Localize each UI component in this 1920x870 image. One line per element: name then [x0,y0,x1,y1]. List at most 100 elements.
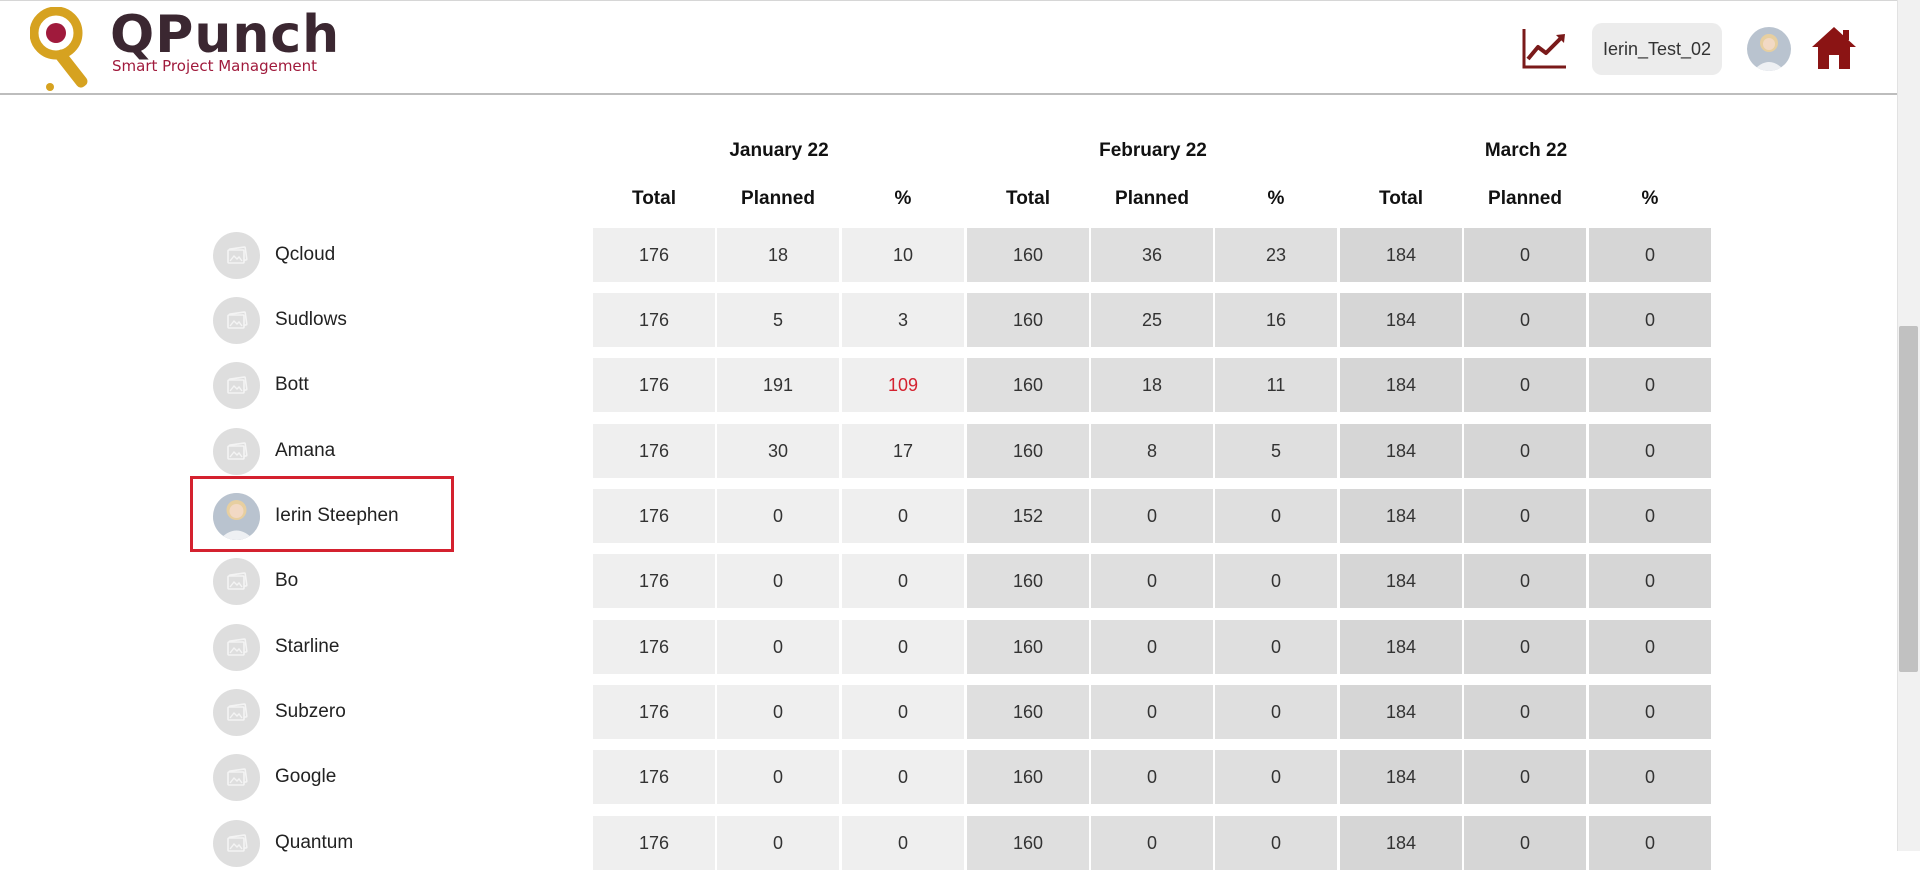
table-cell: 160 [967,750,1089,804]
table-cell: 18 [1091,358,1213,412]
table-cell: 184 [1340,228,1462,282]
table-cell: 5 [717,293,839,347]
table-cell: 0 [1215,554,1337,608]
placeholder-image-icon [213,688,260,736]
table-cell: 160 [967,424,1089,478]
table-cell: 160 [967,816,1089,870]
table-cell: 5 [1215,424,1337,478]
column-header: % [1267,188,1285,209]
column-header: Total [632,188,676,209]
scrollbar-thumb[interactable] [1899,326,1918,672]
placeholder-image-icon [213,231,260,279]
table-cell: 0 [1464,685,1586,739]
resource-row-label[interactable]: Bott [213,360,443,410]
column-header: Planned [741,188,815,209]
table-cell: 0 [717,620,839,674]
table-cell: 0 [1589,554,1711,608]
table-cell: 0 [1464,293,1586,347]
resource-row-label[interactable]: Google [213,752,443,802]
table-cell: 160 [967,293,1089,347]
table-cell: 0 [1589,424,1711,478]
table-cell: 0 [842,620,964,674]
month-header: January 22 [729,140,829,161]
qpunch-logo[interactable]: QPunch Smart Project Management [30,5,339,91]
column-header: Planned [1115,188,1189,209]
resource-name: Subzero [275,701,346,722]
placeholder-image-icon [213,819,260,867]
table-cell: 0 [1589,293,1711,347]
table-cell: 0 [717,489,839,543]
resource-row-label[interactable]: Bo [213,556,443,606]
resource-row-label[interactable]: Amana [213,426,443,476]
table-cell: 10 [842,228,964,282]
table-cell: 0 [1091,750,1213,804]
table-cell: 0 [1589,228,1711,282]
table-cell: 160 [967,620,1089,674]
table-cell: 184 [1340,620,1462,674]
table-cell: 176 [593,489,715,543]
selection-highlight [190,476,454,552]
table-cell: 160 [967,554,1089,608]
resource-name: Amana [275,440,336,461]
placeholder-image-icon [213,623,260,671]
table-cell: 18 [717,228,839,282]
table-cell: 3 [842,293,964,347]
resource-name: Google [275,766,337,787]
table-cell: 152 [967,489,1089,543]
table-cell: 0 [1215,685,1337,739]
resource-name: Qcloud [275,244,336,265]
table-cell: 0 [1464,750,1586,804]
table-cell: 0 [1464,424,1586,478]
table-cell: 0 [842,489,964,543]
placeholder-image-icon [213,753,260,801]
table-cell: 0 [1464,816,1586,870]
table-cell: 191 [717,358,839,412]
resource-row-label[interactable]: Sudlows [213,295,443,345]
table-cell: 176 [593,293,715,347]
table-cell: 25 [1091,293,1213,347]
table-cell: 0 [1589,489,1711,543]
table-cell: 0 [1091,489,1213,543]
resource-row-label[interactable]: Qcloud [213,230,443,280]
table-cell: 0 [717,554,839,608]
placeholder-image-icon [213,361,260,409]
month-header: February 22 [1099,140,1207,161]
table-cell: 0 [1464,620,1586,674]
table-cell: 176 [593,685,715,739]
table-cell: 0 [1215,620,1337,674]
column-header: Planned [1488,188,1562,209]
table-cell: 0 [1589,750,1711,804]
resource-row-label[interactable]: Subzero [213,687,443,737]
table-cell: 184 [1340,554,1462,608]
table-cell: 0 [1215,489,1337,543]
table-cell: 0 [1091,816,1213,870]
logo-tagline: Smart Project Management [112,57,318,75]
resource-row-label[interactable]: Starline [213,622,443,672]
column-header: % [1641,188,1659,209]
table-cell: 176 [593,750,715,804]
resource-row-label[interactable]: Quantum [213,818,443,868]
table-cell: 0 [1091,620,1213,674]
table-cell: 184 [1340,489,1462,543]
table-cell: 0 [1464,228,1586,282]
table-cell: 184 [1340,685,1462,739]
user-avatar[interactable] [1747,27,1791,71]
table-cell: 176 [593,358,715,412]
table-cell: 160 [967,685,1089,739]
user-menu-button[interactable]: Ierin_Test_02 [1592,23,1722,75]
column-header: Total [1006,188,1050,209]
logo-key-icon [30,7,88,91]
table-cell: 0 [1464,489,1586,543]
table-cell: 8 [1091,424,1213,478]
analytics-chart-icon[interactable] [1520,25,1570,71]
table-cell: 0 [1589,620,1711,674]
table-cell: 36 [1091,228,1213,282]
table-cell: 176 [593,620,715,674]
resource-name: Bott [275,374,309,395]
table-cell: 160 [967,358,1089,412]
home-icon[interactable] [1810,25,1858,71]
logo-name: QPunch [110,5,341,65]
table-cell: 176 [593,816,715,870]
table-cell: 0 [842,750,964,804]
top-header: QPunch Smart Project Management Ierin_Te… [0,0,1897,95]
